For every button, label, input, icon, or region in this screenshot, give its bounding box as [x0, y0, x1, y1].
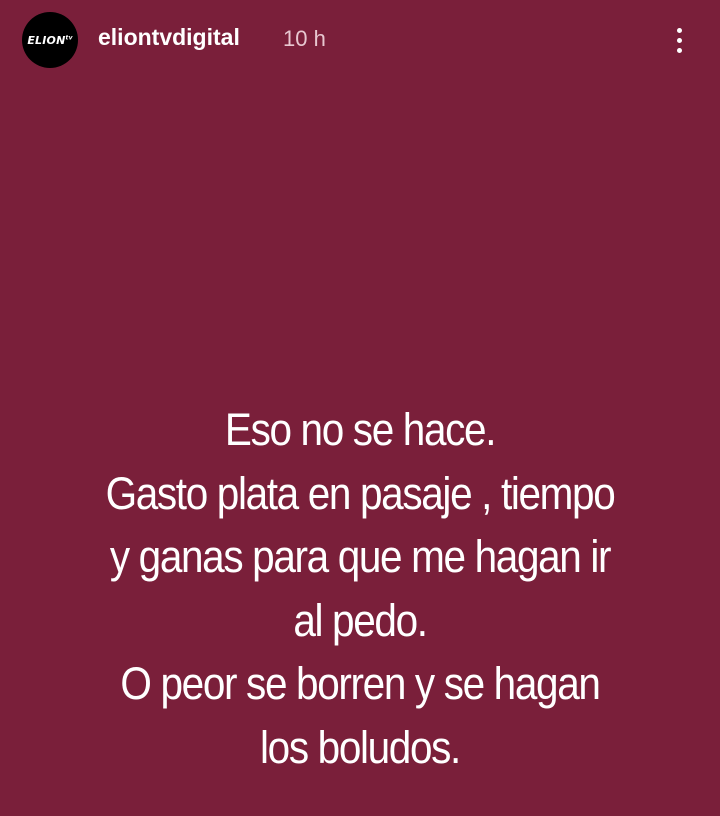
- avatar[interactable]: ELIONtv: [22, 12, 78, 68]
- story-header: ELIONtv eliontvdigital 10 h: [0, 0, 720, 80]
- username[interactable]: eliontvdigital: [98, 24, 240, 51]
- caption-line: O peor se borren y se hagan: [120, 658, 600, 709]
- caption-line: Eso no se hace.: [224, 404, 497, 455]
- caption-line: Gasto plata en pasaje , tiempo: [105, 467, 616, 519]
- story-view[interactable]: ELIONtv eliontvdigital 10 h Eso no se ha…: [0, 0, 720, 816]
- caption-line: y ganas para que me hagan ir: [109, 531, 612, 582]
- more-options-button[interactable]: [664, 20, 694, 60]
- caption-line: los boludos.: [260, 721, 461, 773]
- timestamp: 10 h: [283, 26, 326, 51]
- avatar-logo: ELIONtv: [27, 33, 73, 47]
- caption-line: al pedo.: [293, 594, 428, 646]
- story-caption: Eso no se hace. Gasto plata en pasaje , …: [54, 398, 666, 779]
- more-vertical-icon: [676, 25, 682, 55]
